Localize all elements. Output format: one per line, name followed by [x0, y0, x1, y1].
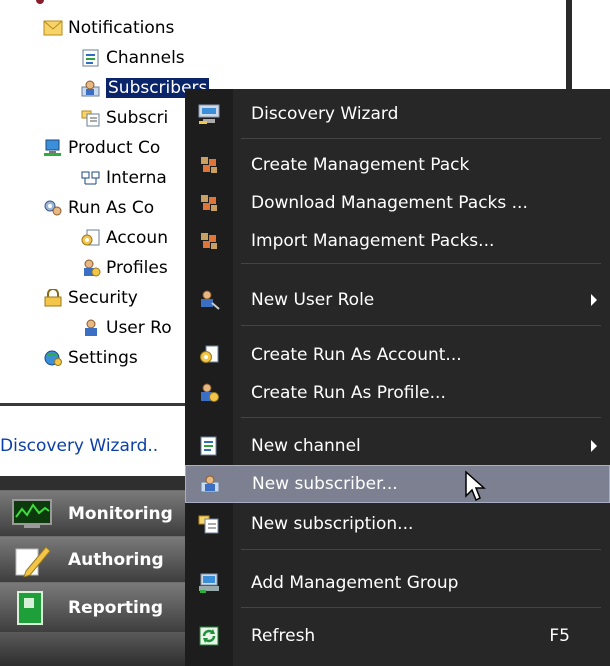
menu-separator	[241, 263, 601, 264]
tree-item-accounts[interactable]: Accoun	[81, 226, 168, 250]
menu-separator	[241, 417, 601, 418]
menu-item-label: Discovery Wizard	[251, 104, 399, 124]
subscription-icon	[185, 505, 233, 543]
menu-item-refresh[interactable]: Refresh F5	[185, 617, 610, 655]
menu-separator	[241, 325, 601, 326]
mouse-cursor-icon	[464, 470, 488, 509]
monitor-icon	[10, 498, 54, 530]
menu-item-create-management-pack[interactable]: Create Management Pack	[185, 146, 610, 184]
discovery-wizard-link[interactable]: Discovery Wizard..	[0, 434, 186, 458]
channel-icon	[185, 427, 233, 465]
tree-item-run-as-configuration[interactable]: Run As Co	[43, 196, 154, 220]
tree-item-internal-connectors[interactable]: Interna	[81, 166, 167, 190]
menu-item-new-user-role[interactable]: New User Role	[185, 281, 610, 319]
internal-connector-icon	[81, 169, 101, 187]
discovery-wizard-icon	[185, 95, 233, 133]
user-role-icon	[81, 319, 101, 337]
menu-item-label: Add Management Group	[251, 573, 459, 593]
submenu-arrow-icon	[591, 294, 597, 306]
menu-item-label: Refresh	[251, 626, 316, 646]
settings-icon	[43, 349, 63, 367]
tree-item-product-connectors[interactable]: Product Co	[43, 136, 160, 160]
wunderbar-grip[interactable]	[0, 476, 186, 490]
management-pack-icon	[185, 146, 233, 184]
menu-item-label: New User Role	[251, 290, 375, 310]
tree-item-label: Subscri	[106, 108, 169, 128]
monitoring-label: Monitoring	[68, 503, 173, 524]
menu-item-new-channel[interactable]: New channel	[185, 427, 610, 465]
refresh-shortcut: F5	[549, 626, 570, 646]
authoring-label: Authoring	[68, 549, 164, 570]
pencil-icon	[10, 544, 54, 577]
management-group-icon	[185, 564, 233, 602]
channels-icon	[81, 49, 101, 67]
subscriber-icon	[186, 465, 234, 503]
tree-item-label: Channels	[106, 48, 185, 68]
menu-item-add-management-group[interactable]: Add Management Group	[185, 564, 610, 602]
user-role-icon	[185, 281, 233, 319]
menu-item-download-management-packs[interactable]: Download Management Packs ...	[185, 184, 610, 222]
tree-item-label: Settings	[68, 348, 138, 368]
tree-item-channels[interactable]: Channels	[81, 46, 185, 70]
subscriber-icon	[81, 79, 101, 97]
tree-item-label: Interna	[106, 168, 167, 188]
run-as-account-icon	[185, 336, 233, 374]
menu-item-new-subscriber[interactable]: New subscriber...	[185, 465, 610, 503]
menu-item-label: Create Management Pack	[251, 155, 470, 175]
product-connector-icon	[43, 139, 63, 157]
authoring-button[interactable]: Authoring	[0, 536, 186, 582]
menu-item-discovery-wizard[interactable]: Discovery Wizard	[185, 95, 610, 133]
menu-separator	[241, 138, 601, 139]
tree-item-profiles[interactable]: Profiles	[81, 256, 168, 280]
management-pack-icon	[185, 222, 233, 260]
lock-icon	[43, 289, 63, 307]
context-menu: Discovery Wizard Create Management Pack …	[185, 89, 610, 666]
tree-item-notifications[interactable]: Notifications	[43, 16, 174, 40]
wunderbar-next-button[interactable]	[0, 632, 186, 666]
tree-item-user-roles[interactable]: User Ro	[81, 316, 172, 340]
run-as-config-icon	[43, 199, 63, 217]
tree-item-settings[interactable]: Settings	[43, 346, 138, 370]
menu-item-label: New subscription...	[251, 514, 414, 534]
tree-item-label: User Ro	[106, 318, 172, 338]
menu-item-label: New subscriber...	[252, 474, 398, 494]
menu-separator	[241, 607, 601, 608]
menu-item-new-subscription[interactable]: New subscription...	[185, 505, 610, 543]
menu-item-label: Create Run As Profile...	[251, 383, 446, 403]
tree-item-security[interactable]: Security	[43, 286, 138, 310]
menu-item-label: Download Management Packs ...	[251, 193, 528, 213]
run-as-profile-icon	[185, 374, 233, 412]
tree-item-label: Product Co	[68, 138, 161, 158]
tree-item-label: Notifications	[68, 18, 175, 38]
menu-item-label: New channel	[251, 436, 361, 456]
refresh-icon	[185, 617, 233, 655]
pane-separator	[0, 403, 186, 406]
management-pack-icon	[185, 184, 233, 222]
menu-item-create-run-as-account[interactable]: Create Run As Account...	[185, 336, 610, 374]
reporting-label: Reporting	[68, 597, 164, 618]
profiles-icon	[81, 259, 101, 277]
tree-item-subscriptions[interactable]: Subscri	[81, 106, 168, 130]
menu-item-label: Create Run As Account...	[251, 345, 462, 365]
monitoring-button[interactable]: Monitoring	[0, 490, 186, 536]
menu-separator	[241, 549, 601, 550]
tree-fragment-icon	[36, 0, 44, 4]
account-icon	[81, 229, 101, 247]
submenu-arrow-icon	[591, 440, 597, 452]
tree-item-label: Run As Co	[68, 198, 155, 218]
menu-item-create-run-as-profile[interactable]: Create Run As Profile...	[185, 374, 610, 412]
tree-item-label: Security	[68, 288, 138, 308]
reporting-button[interactable]: Reporting	[0, 582, 186, 632]
tree-item-label: Profiles	[106, 258, 168, 278]
menu-item-import-management-packs[interactable]: Import Management Packs...	[185, 222, 610, 260]
subscription-icon	[81, 109, 101, 127]
envelope-icon	[43, 19, 63, 37]
menu-item-label: Import Management Packs...	[251, 231, 495, 251]
report-book-icon	[10, 590, 54, 625]
tree-item-label: Accoun	[106, 228, 168, 248]
